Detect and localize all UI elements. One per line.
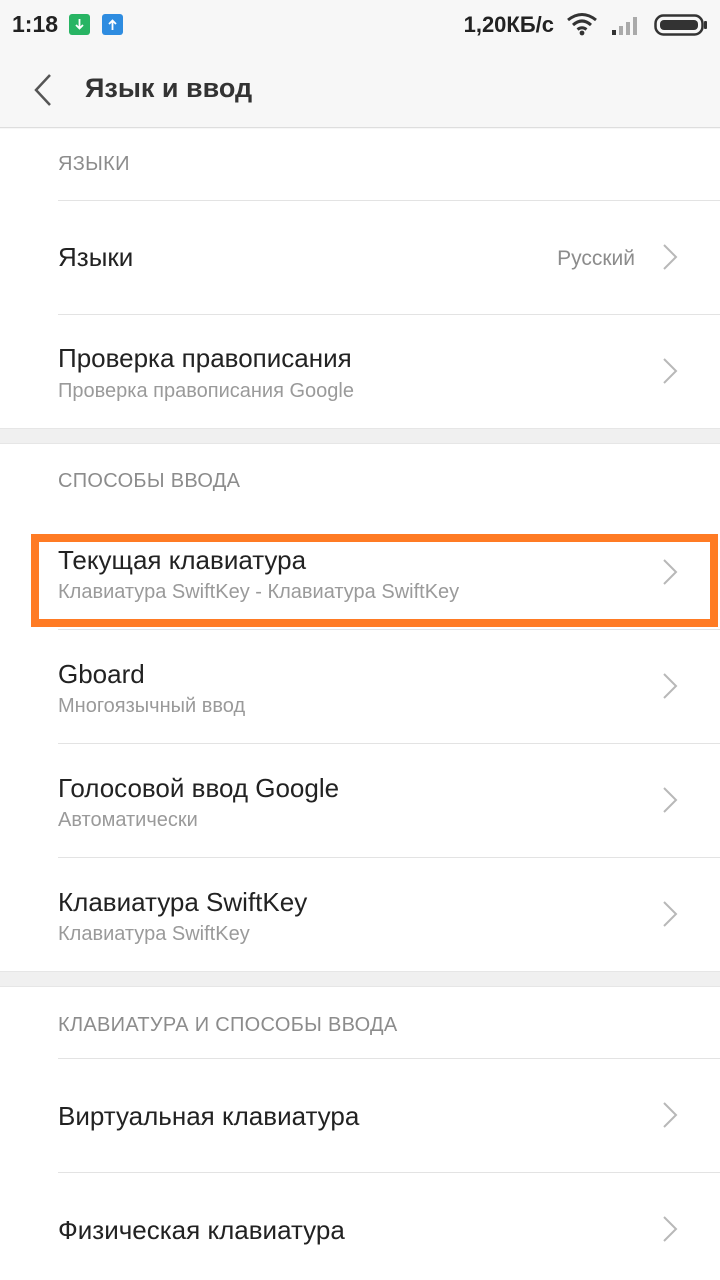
section-header-keyboard-and-input: КЛАВИАТУРА И СПОСОБЫ ВВОДА	[58, 1014, 398, 1036]
chevron-right-icon	[662, 558, 678, 586]
chevron-right-icon	[662, 357, 678, 385]
row-title: Проверка правописания	[58, 343, 352, 373]
section-gap	[0, 428, 720, 444]
section-input-methods: СПОСОБЫ ВВОДА Текущая клавиатура Клавиат…	[0, 444, 720, 971]
title-bar: Язык и ввод	[0, 50, 720, 128]
row-title: Физическая клавиатура	[58, 1215, 345, 1245]
row-subtitle: Автоматически	[58, 809, 198, 831]
section-keyboard-and-input: КЛАВИАТУРА И СПОСОБЫ ВВОДА Виртуальная к…	[0, 987, 720, 1280]
swiftkey-keyboard-item[interactable]: Клавиатура SwiftKey Клавиатура SwiftKey	[0, 858, 720, 971]
back-arrow-icon[interactable]	[30, 72, 60, 108]
row-title: Виртуальная клавиатура	[58, 1101, 360, 1131]
status-time: 1:18	[12, 11, 59, 37]
signal-icon	[611, 14, 641, 41]
row-subtitle: Клавиатура SwiftKey - Клавиатура SwiftKe…	[58, 581, 460, 603]
virtual-keyboard-item[interactable]: Виртуальная клавиатура	[0, 1059, 720, 1172]
spell-checker-item[interactable]: Проверка правописания Проверка правописа…	[0, 315, 720, 428]
upload-notification-icon	[102, 14, 123, 35]
section-languages: ЯЗЫКИ Языки Русский Проверка правописани…	[0, 129, 720, 428]
network-speed: 1,20КБ/с	[463, 12, 554, 37]
section-gap	[0, 971, 720, 987]
row-title: Gboard	[58, 659, 145, 689]
current-keyboard-item[interactable]: Текущая клавиатура Клавиатура SwiftKey -…	[0, 515, 720, 629]
wifi-icon	[566, 12, 598, 41]
chevron-right-icon	[662, 900, 678, 928]
chevron-right-icon	[662, 786, 678, 814]
row-subtitle: Клавиатура SwiftKey	[58, 923, 250, 945]
row-subtitle: Многоязычный ввод	[58, 695, 246, 717]
gboard-item[interactable]: Gboard Многоязычный ввод	[0, 630, 720, 743]
chevron-right-icon	[662, 1215, 678, 1243]
row-subtitle: Проверка правописания Google	[58, 380, 354, 402]
row-title: Голосовой ввод Google	[58, 773, 340, 803]
section-header-languages: ЯЗЫКИ	[58, 153, 130, 175]
languages-item[interactable]: Языки Русский	[0, 201, 720, 314]
row-title: Языки	[58, 242, 134, 272]
status-bar: 1:18 1,20КБ/с	[0, 0, 720, 50]
battery-icon	[654, 14, 708, 41]
physical-keyboard-item[interactable]: Физическая клавиатура	[0, 1173, 720, 1280]
download-notification-icon	[69, 14, 90, 35]
row-title: Текущая клавиатура	[58, 545, 307, 575]
chevron-right-icon	[662, 672, 678, 700]
row-title: Клавиатура SwiftKey	[58, 887, 308, 917]
google-voice-input-item[interactable]: Голосовой ввод Google Автоматически	[0, 744, 720, 857]
chevron-right-icon	[662, 243, 678, 271]
page-title: Язык и ввод	[85, 73, 253, 103]
current-language-value: Русский	[557, 247, 635, 270]
chevron-right-icon	[662, 1101, 678, 1129]
section-header-input-methods: СПОСОБЫ ВВОДА	[58, 470, 241, 492]
